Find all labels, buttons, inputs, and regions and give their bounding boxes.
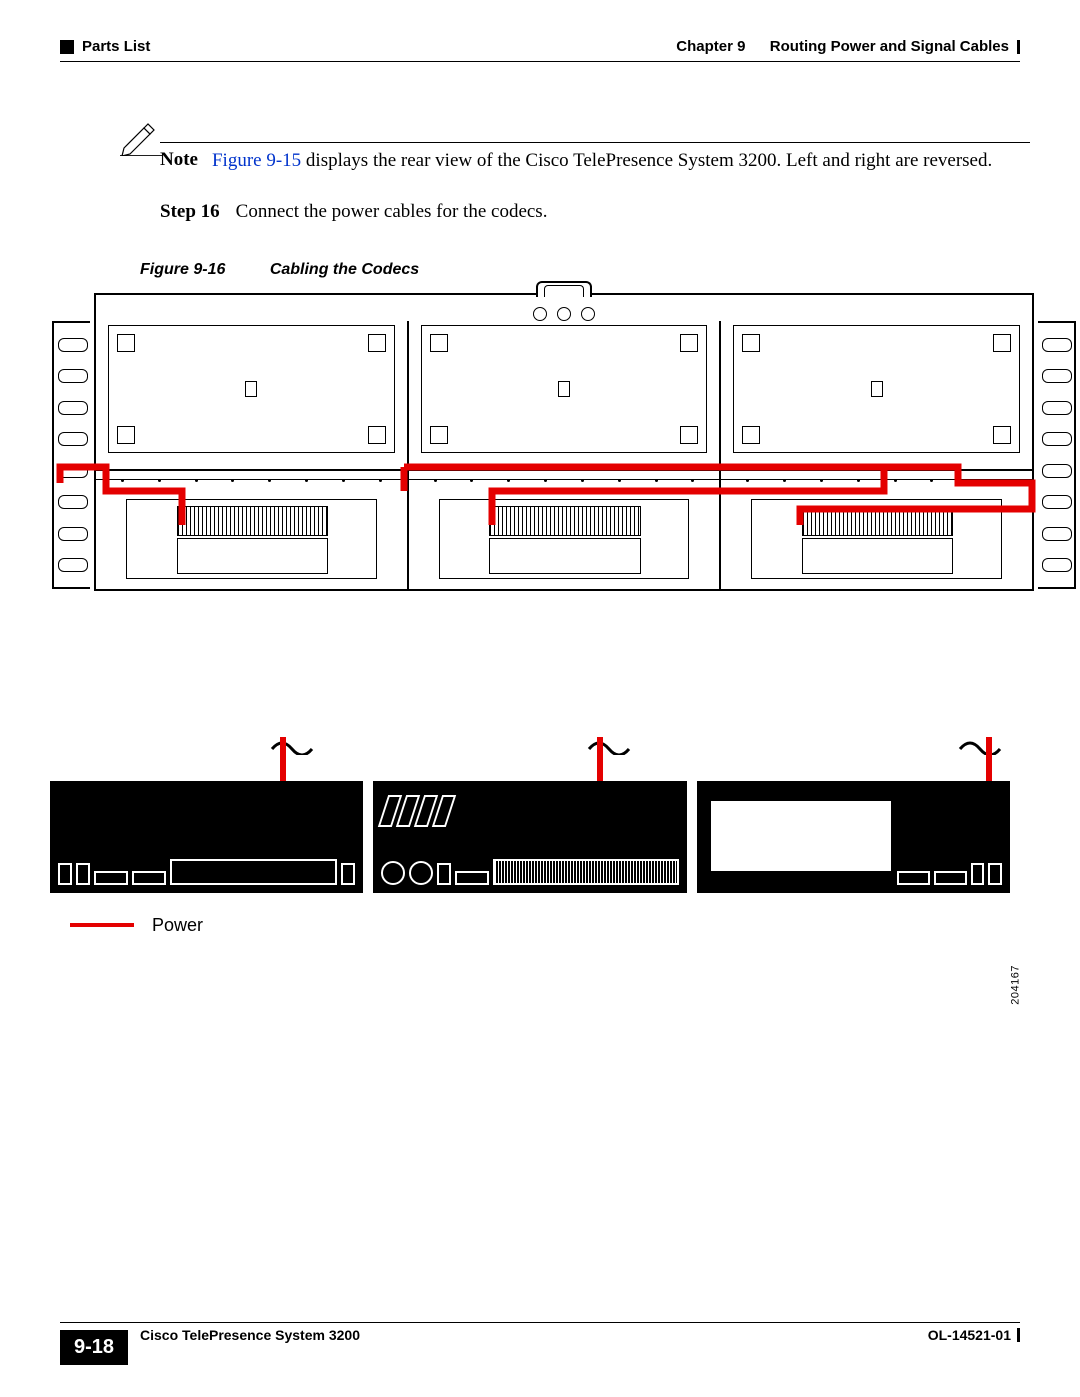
cable-squiggle-icon [958,737,1002,755]
document-page: Parts List Chapter 9 Routing Power and S… [0,0,1080,1397]
footer-end-bar-icon [1017,1328,1020,1342]
legend-label-power: Power [152,915,203,936]
footer-doc-number: OL-14521-01 [928,1327,1011,1343]
step-label: Step 16 [160,201,236,223]
note-body: Figure 9-15 displays the rear view of th… [212,149,992,173]
page-header: Parts List Chapter 9 Routing Power and S… [60,38,1020,55]
chapter-label: Chapter 9 [676,38,745,55]
note-pencil-icon [120,122,162,156]
panel-row [96,321,1032,589]
rear-view-schematic [94,293,1034,591]
header-rule [60,61,1020,62]
header-end-bar-icon [1017,40,1020,54]
figure-title: Cabling the Codecs [270,261,419,278]
figure-caption: Figure 9-16 Cabling the Codecs [140,261,1020,279]
side-column-left [52,321,90,589]
chapter-title: Routing Power and Signal Cables [770,38,1009,55]
codec-white-module-icon [711,801,891,871]
note-block: Note Figure 9-15 displays the rear view … [160,149,1000,173]
note-label: Note [160,149,212,171]
section-marker-icon [60,40,74,54]
power-cable-tail-icon [986,737,992,781]
step-row: Step 16 Connect the power cables for the… [160,201,1000,223]
drawing-number: 204167 [1010,965,1022,1005]
legend-power-line-icon [70,923,134,927]
figure-area: Power [50,293,1010,936]
legend: Power [70,915,1010,936]
camera-row [533,307,595,321]
power-cable-tail-icon [597,737,603,781]
note-figure-link[interactable]: Figure 9-15 [212,150,301,171]
side-column-right [1038,321,1076,589]
codec-row [50,781,1010,893]
section-title: Parts List [82,38,150,55]
page-footer: 9-18 Cisco TelePresence System 3200 OL-1… [60,1322,1020,1343]
display-panel-right [721,321,1032,589]
codec-ports [381,851,678,885]
camera-hump-icon [536,281,592,297]
cable-squiggle-icon [587,737,631,755]
codec-ports [58,851,355,885]
page-number: 9-18 [60,1330,128,1365]
figure-number: Figure 9-16 [140,261,265,278]
note-top-rule [160,142,1030,143]
display-panel-left [96,321,409,589]
codec-ports [897,851,1002,885]
codec-panel-right [697,781,1010,893]
cable-squiggle-icon [270,737,314,755]
step-text: Connect the power cables for the codecs. [236,201,548,223]
power-cable-tail-icon [280,737,286,781]
header-right: Chapter 9 Routing Power and Signal Cable… [676,38,1020,55]
note-body-text: displays the rear view of the Cisco Tele… [301,150,992,171]
header-left: Parts List [60,38,150,55]
codec-panel-left [50,781,363,893]
display-panel-center [409,321,722,589]
codec-panel-center [373,781,686,893]
